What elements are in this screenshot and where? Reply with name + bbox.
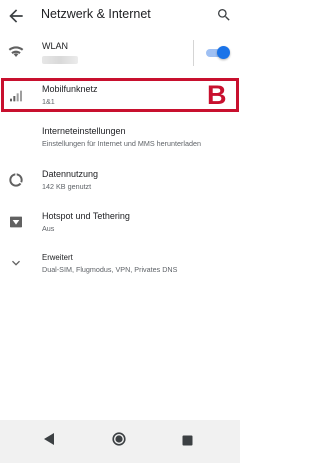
advanced-row[interactable]: Erweitert Dual-SIM, Flugmodus, VPN, Priv… [0,248,240,278]
back-button[interactable] [6,6,26,26]
wlan-network-name [42,56,78,64]
internet-settings-row[interactable]: Interneteinstellungen Einstellungen für … [0,122,240,154]
nav-recents-button[interactable] [182,433,193,446]
nav-back-button[interactable] [43,432,55,446]
data-usage-title: Datennutzung [42,169,99,179]
wlan-title: WLAN [42,41,69,51]
toggle-divider [193,40,194,66]
hotspot-subtitle: Aus [42,224,55,233]
highlight-box [1,78,239,112]
wlan-toggle[interactable] [204,46,230,60]
hotspot-icon [8,214,24,230]
page-title: Netzwerk & Internet [41,7,151,21]
data-usage-row[interactable]: Datennutzung 142 KB genutzt [0,165,240,195]
wifi-icon [8,43,24,59]
data-usage-icon [8,172,24,188]
data-usage-subtitle: 142 KB genutzt [42,182,92,191]
toggle-thumb [217,46,230,59]
chevron-down-icon [8,255,24,271]
hotspot-row[interactable]: Hotspot und Tethering Aus [0,207,240,237]
internet-settings-title: Interneteinstellungen [42,126,126,136]
advanced-title: Erweitert [42,253,73,262]
hotspot-title: Hotspot und Tethering [42,211,130,221]
internet-settings-subtitle: Einstellungen für Internet und MMS herun… [42,139,202,148]
system-nav-bar [0,420,240,463]
nav-recents-icon [182,435,193,446]
annotation-marker: B [207,80,227,110]
nav-home-button[interactable] [112,432,126,446]
nav-home-icon [112,432,126,446]
arrow-back-icon [9,9,23,23]
search-icon [218,9,230,21]
search-button[interactable] [216,7,232,23]
app-bar: Netzwerk & Internet [0,0,240,32]
nav-back-icon [44,433,54,445]
advanced-subtitle: Dual-SIM, Flugmodus, VPN, Privates DNS [42,265,178,274]
